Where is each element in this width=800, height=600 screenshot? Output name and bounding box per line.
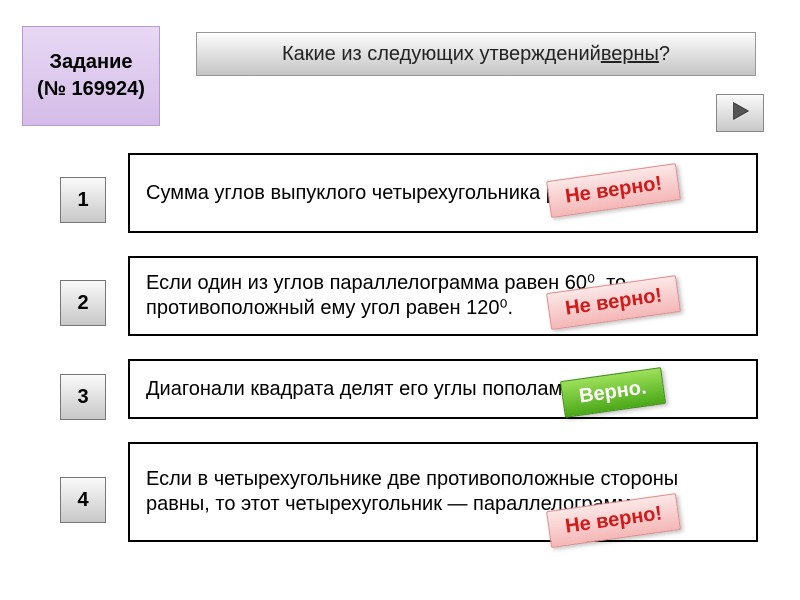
option-number: 4 [77, 489, 88, 512]
option-number: 2 [77, 292, 88, 315]
question-underlined: верны [601, 43, 659, 66]
question-bar: Какие из следующих утверждений верны ? [196, 32, 756, 76]
option-button-4[interactable]: 4 [60, 477, 106, 523]
option-button-3[interactable]: 3 [60, 374, 106, 420]
statement-text: Диагонали квадрата делят его углы попола… [146, 377, 568, 402]
option-button-1[interactable]: 1 [60, 177, 106, 223]
question-prefix: Какие из следующих утверждений [282, 43, 601, 66]
question-suffix: ? [659, 43, 670, 66]
task-id: (№ 169924) [37, 76, 145, 103]
play-icon [729, 100, 751, 127]
next-button[interactable] [716, 94, 764, 132]
task-badge: Задание (№ 169924) [22, 26, 160, 126]
task-label: Задание [50, 49, 133, 76]
option-button-2[interactable]: 2 [60, 280, 106, 326]
option-number: 1 [77, 189, 88, 212]
option-number: 3 [77, 386, 88, 409]
